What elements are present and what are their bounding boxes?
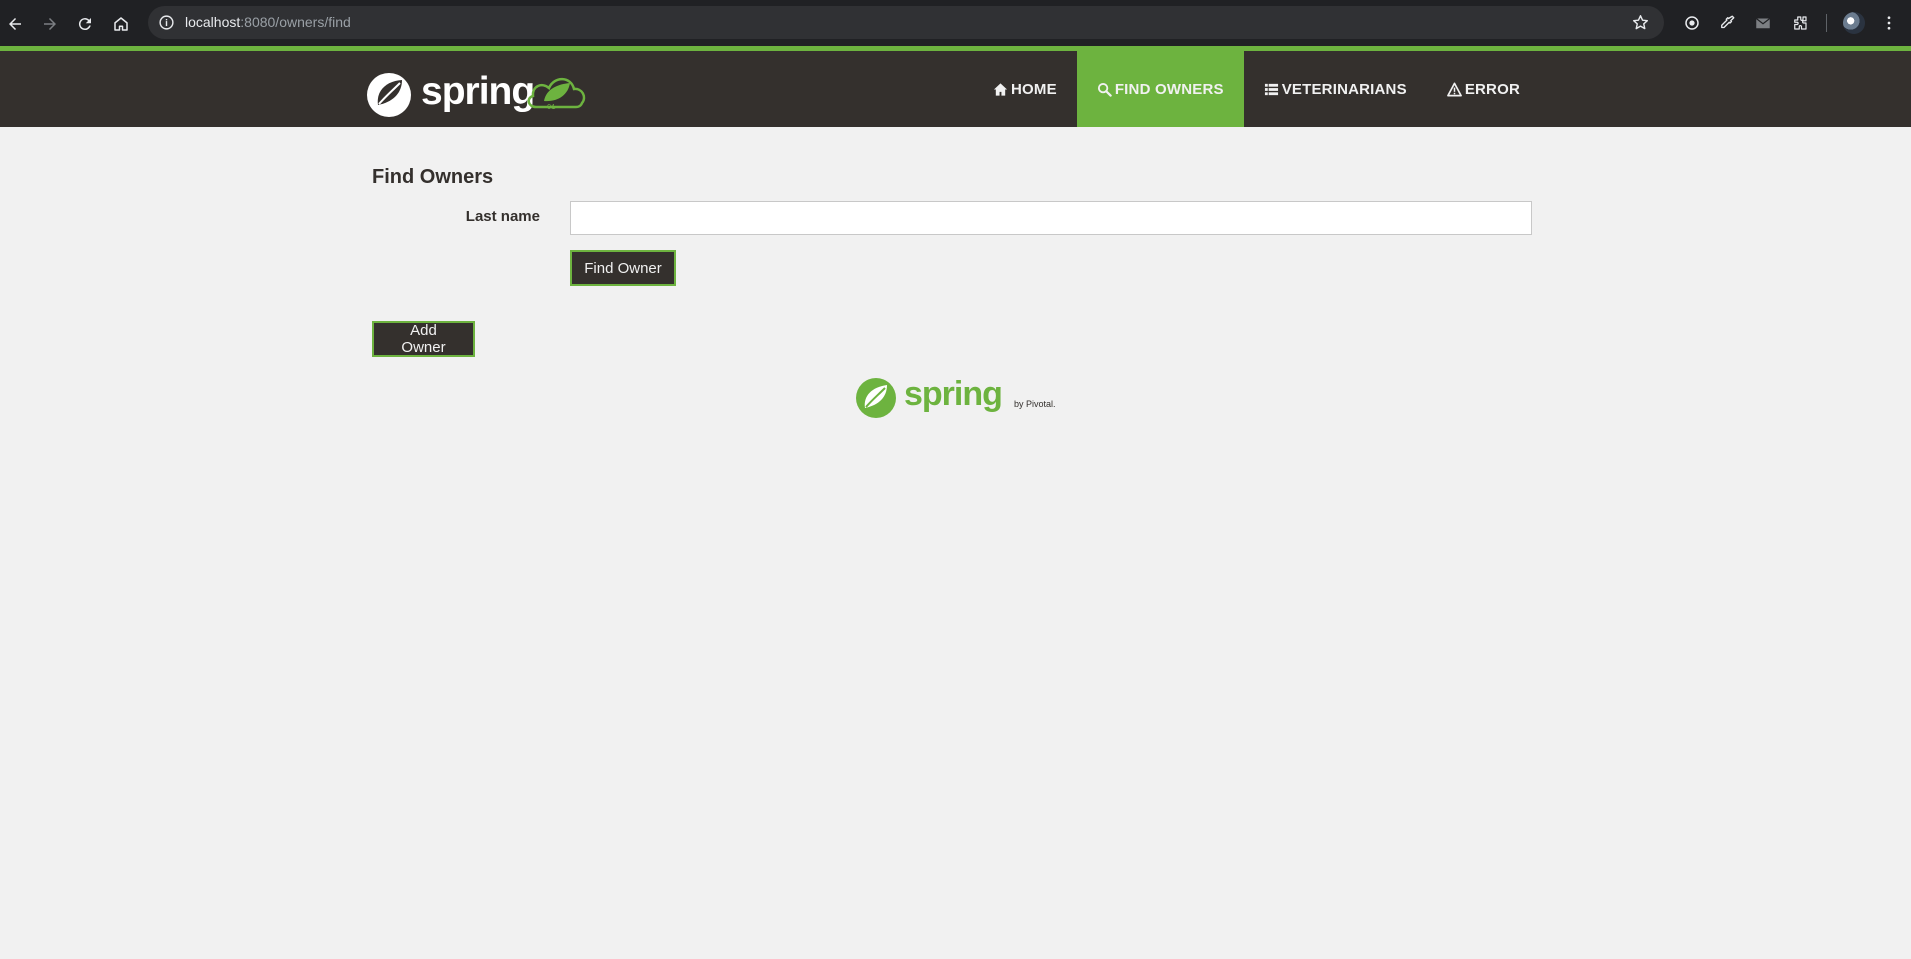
extension-target-button[interactable] [1681,12,1703,34]
extension-mail-button[interactable] [1752,12,1774,34]
forward-button[interactable] [36,10,64,38]
nav-home[interactable]: Home [973,51,1077,127]
nav-find-owners[interactable]: Find owners [1076,51,1244,127]
footer-logo-text: spring [904,375,1002,413]
back-button[interactable] [1,10,29,38]
nav-find-owners-label: Find owners [1114,80,1224,98]
footer-spring-logo: spring by Pivotal. [856,374,1058,420]
address-bar[interactable]: localhost:8080/owners/find [148,6,1664,39]
site-info-icon[interactable] [158,14,175,31]
kebab-menu-icon [1887,16,1891,30]
cloud-badge-text: 01 [547,104,555,112]
find-owner-button[interactable]: Find Owner [570,250,676,286]
spring-logo[interactable]: spring 01 [366,61,596,117]
footer-byline: by Pivotal. [1014,399,1056,409]
bookmark-star-icon[interactable] [1631,13,1650,32]
extension-eyedropper-button[interactable] [1716,12,1738,34]
nav-veterinarians[interactable]: Veterinarians [1244,51,1427,127]
top-navbar: spring 01 Home Find owners Veterinarians [0,51,1911,127]
extensions-button[interactable] [1789,12,1811,34]
back-arrow-icon [9,18,21,30]
home-icon [993,82,1008,97]
main-menu: Home Find owners Veterinarians Error [973,51,1540,127]
search-icon [1097,82,1112,97]
home-browser-icon [114,17,128,31]
target-icon [1685,16,1699,30]
add-owner-button[interactable]: Add Owner [372,321,475,357]
last-name-label: Last name [465,208,540,225]
nav-veterinarians-label: Veterinarians [1281,80,1407,98]
page-title: Find Owners [372,166,494,188]
eyedropper-icon [1721,15,1735,29]
url-text[interactable]: localhost:8080/owners/find [185,14,351,31]
url-host: localhost [185,14,241,30]
nav-error[interactable]: Error [1427,51,1540,127]
browser-menu-button[interactable] [1878,12,1900,34]
reload-button[interactable] [71,10,99,38]
warning-icon [1446,82,1462,97]
nav-home-label: Home [1011,80,1057,98]
spring-logo-text: spring [421,70,534,113]
profile-avatar[interactable] [1843,12,1865,34]
browser-toolbar: localhost:8080/owners/find [0,0,1911,46]
nav-error-label: Error [1464,80,1520,98]
last-name-input[interactable] [570,201,1532,235]
toolbar-divider [1826,14,1827,32]
list-icon [1264,82,1279,97]
forward-arrow-icon [44,18,56,30]
url-path: :8080/owners/find [240,14,351,30]
home-browser-button[interactable] [107,10,135,38]
reload-icon [78,18,91,31]
puzzle-icon [1794,16,1807,30]
mail-icon [1755,18,1771,29]
